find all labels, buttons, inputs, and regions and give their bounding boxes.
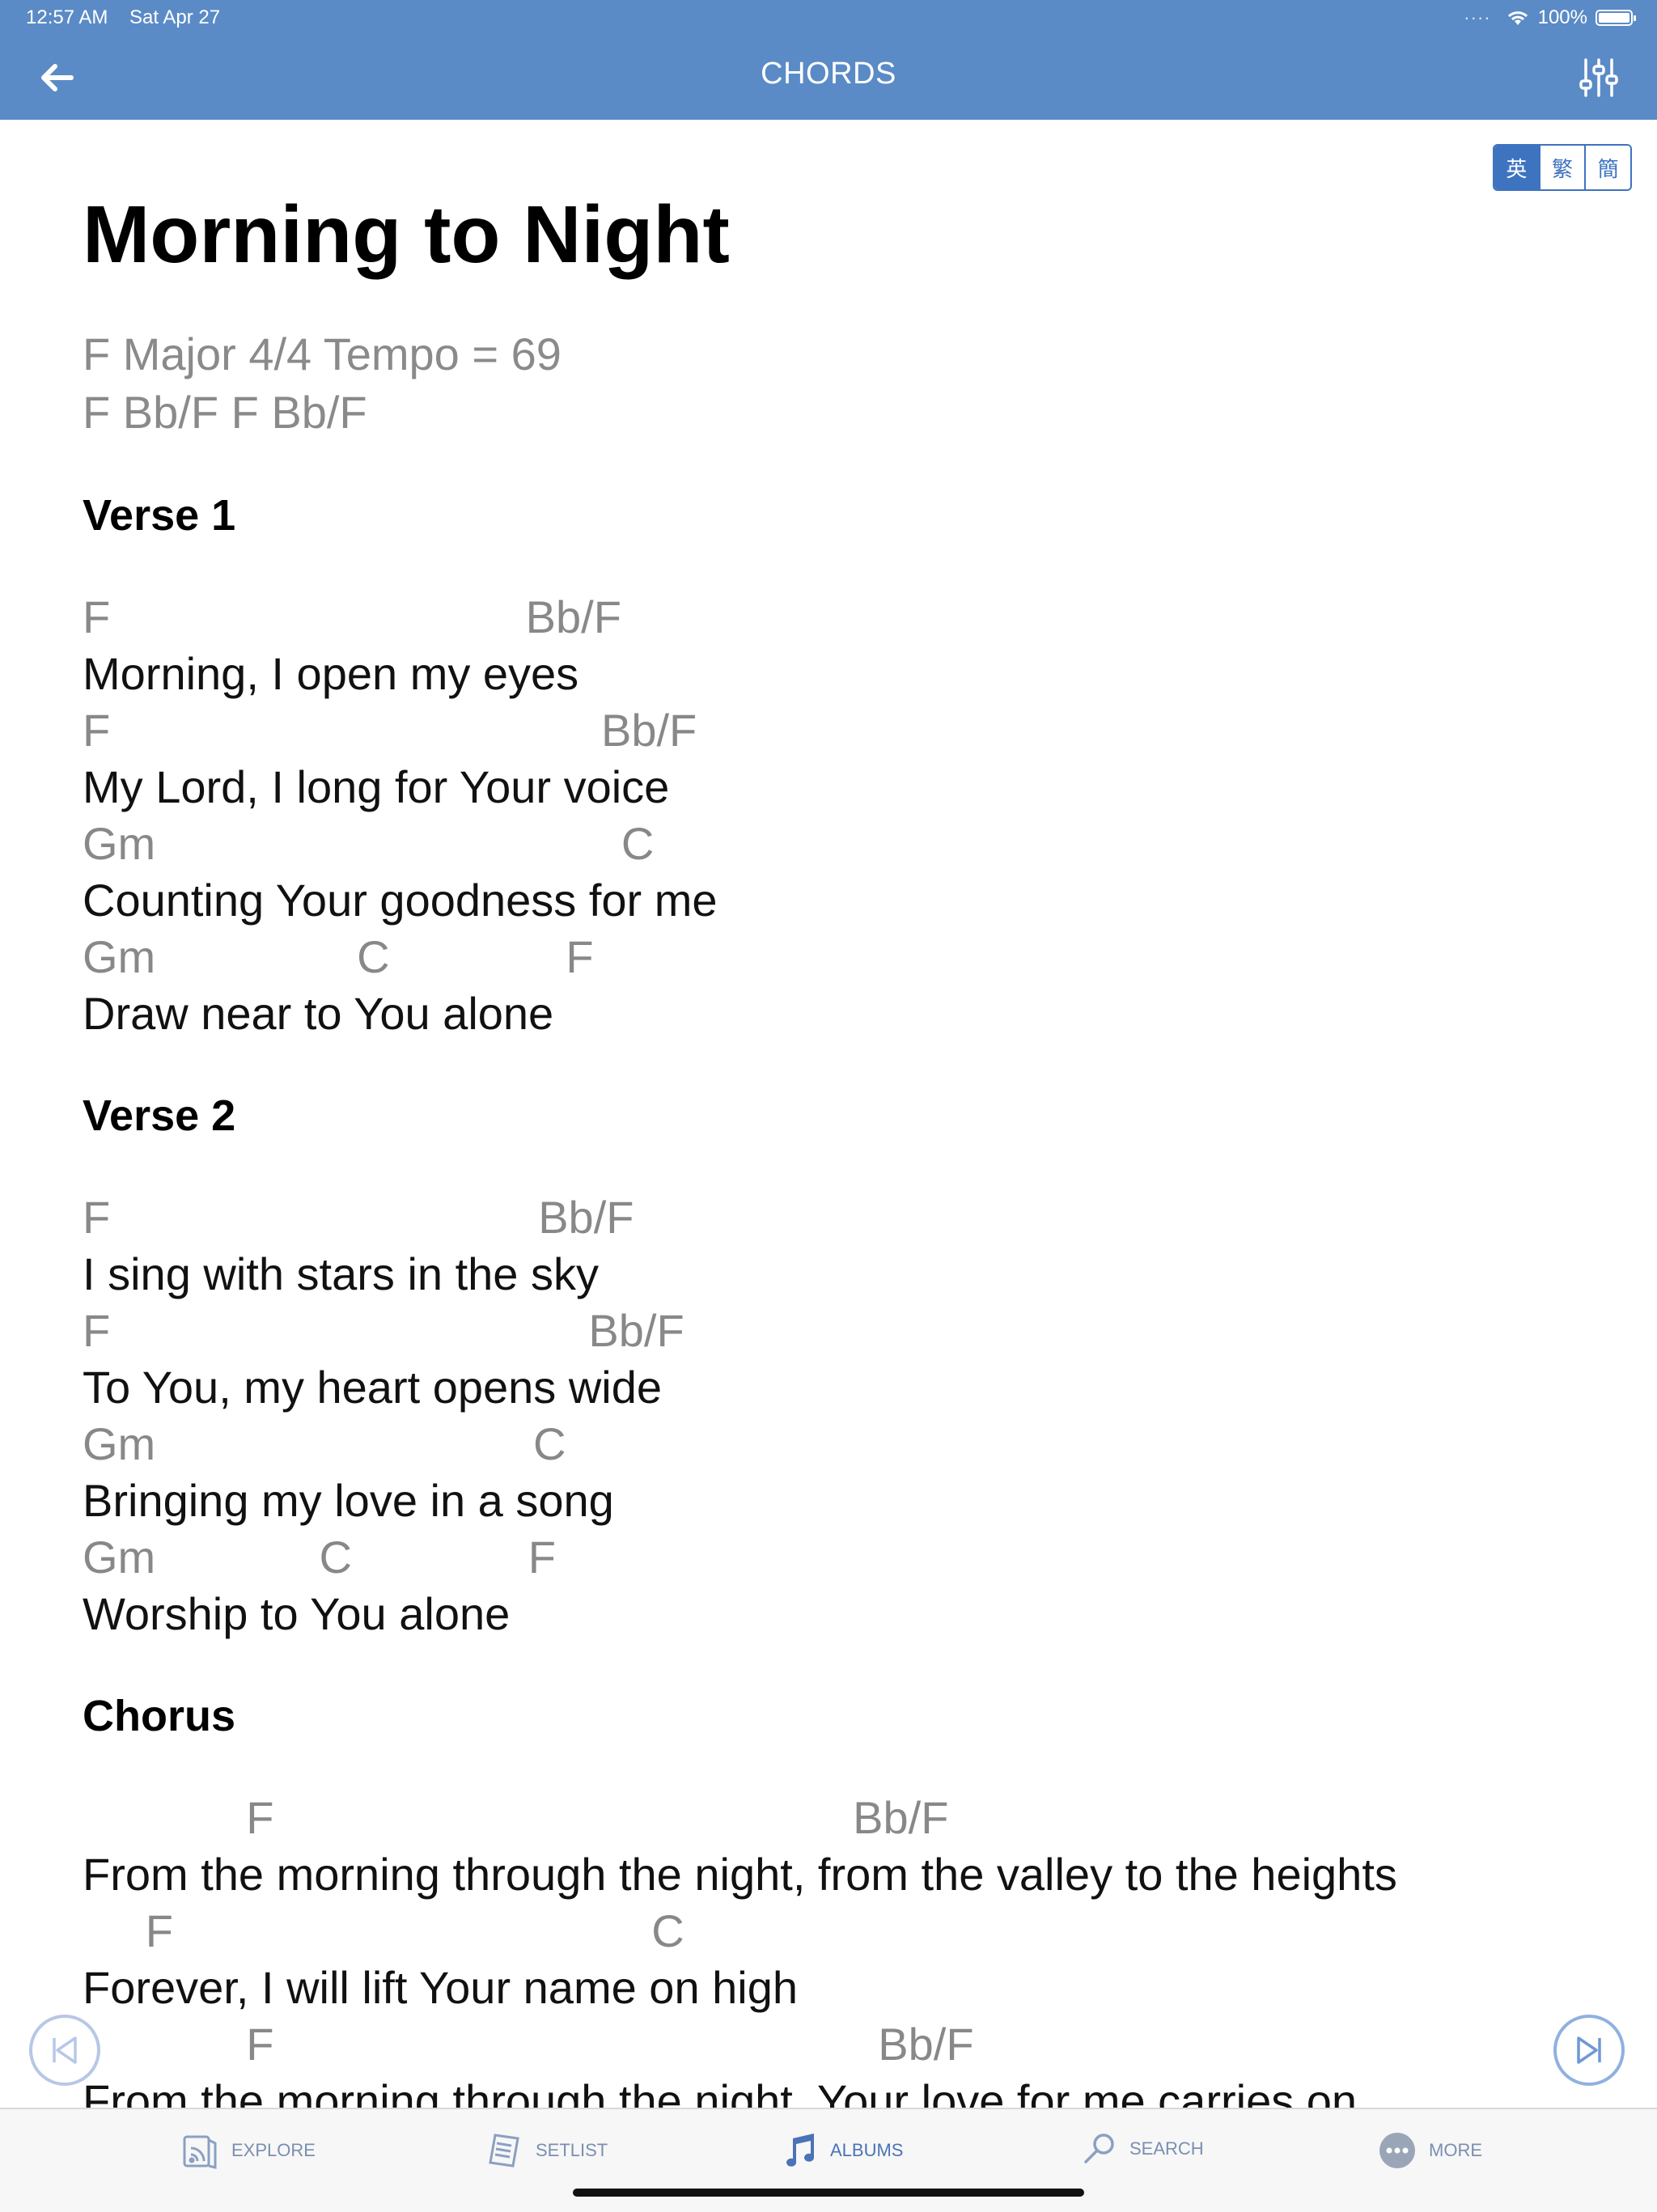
section-title: Chorus: [83, 1692, 235, 1740]
language-option-simplified[interactable]: 簡: [1584, 146, 1630, 189]
tab-label: ALBUMS: [830, 2140, 904, 2160]
settings-button[interactable]: [1576, 55, 1621, 100]
sliders-icon: [1579, 58, 1618, 97]
lyric-line: Bringing my love in a song: [83, 1475, 614, 1526]
lyric-line: To You, my heart opens wide: [83, 1362, 663, 1413]
intro-chords-line: F Bb/F F Bb/F: [83, 387, 367, 438]
lyric-line: My Lord, I long for Your voice: [83, 761, 670, 812]
battery-icon: [1596, 10, 1636, 26]
section-lines: F Bb/F From the morning through the nigh…: [83, 1790, 1604, 2108]
chord-line: F Bb/F: [83, 1305, 684, 1356]
chord-line: F C: [83, 1905, 684, 1956]
more-dots-icon: [1379, 2133, 1415, 2168]
skip-forward-icon: [1577, 2036, 1601, 2064]
chord-line: Gm C F: [83, 1532, 556, 1583]
search-icon: [1084, 2134, 1114, 2163]
tab-albums[interactable]: ALBUMS: [778, 2130, 903, 2171]
tab-search[interactable]: SEARCH: [1081, 2130, 1204, 2168]
home-indicator[interactable]: [573, 2189, 1084, 2197]
lyric-line: Worship to You alone: [83, 1588, 511, 1639]
rss-book-icon: [183, 2135, 217, 2169]
tab-setlist[interactable]: SETLIST: [484, 2130, 608, 2171]
tab-more[interactable]: MORE: [1377, 2130, 1482, 2171]
music-note-icon: [786, 2134, 814, 2167]
chord-line: F Bb/F: [83, 2019, 974, 2070]
tab-label: EXPLORE: [231, 2140, 316, 2160]
section-lines: F Bb/F Morning, I open my eyes F Bb/F My…: [83, 589, 1604, 1042]
status-time: 12:57 AM: [26, 6, 108, 28]
page-title: CHORDS: [761, 57, 896, 91]
chord-line: F Bb/F: [83, 591, 621, 642]
chord-line: Gm C: [83, 1418, 566, 1469]
chord-line: F Bb/F: [83, 705, 697, 756]
language-option-traditional[interactable]: 繁: [1538, 146, 1585, 189]
chord-line: F Bb/F: [83, 1192, 634, 1243]
battery-percent: 100%: [1537, 6, 1587, 28]
wifi-icon: [1507, 11, 1528, 25]
chord-line: Gm C F: [83, 931, 594, 982]
chord-line: Gm C: [83, 818, 655, 869]
skip-back-icon: [53, 2036, 77, 2064]
lyric-line: Draw near to You alone: [83, 988, 554, 1039]
section-lines: F Bb/F I sing with stars in the sky F Bb…: [83, 1189, 1604, 1642]
status-indicators: ···· 100%: [1464, 6, 1636, 29]
section-title: Verse 2: [83, 1091, 236, 1140]
language-toggle: 英 繁 簡: [1493, 144, 1632, 191]
song-meta: F Major 4/4 Tempo = 69 F Bb/F F Bb/F: [83, 325, 1604, 442]
chord-line: F Bb/F: [83, 1792, 949, 1843]
setlist-icon: [489, 2134, 519, 2168]
lyric-line: Forever, I will lift Your name on high: [83, 1962, 799, 2013]
next-song-button[interactable]: [1553, 2015, 1625, 2086]
language-option-english[interactable]: 英: [1494, 146, 1539, 189]
status-date: Sat Apr 27: [129, 6, 221, 28]
lyric-line: From the morning through the night, from…: [83, 1849, 1397, 1900]
tab-label: SETLIST: [536, 2140, 608, 2160]
cellular-dots-icon: ····: [1464, 7, 1491, 28]
tab-explore[interactable]: EXPLORE: [180, 2130, 316, 2171]
section-title: Verse 1: [83, 491, 236, 540]
chord-sheet[interactable]: Morning to Night F Major 4/4 Tempo = 69 …: [83, 186, 1604, 2108]
lyric-line: From the morning through the night, Your…: [83, 2075, 1358, 2108]
key-tempo-line: F Major 4/4 Tempo = 69: [83, 328, 562, 379]
lyric-line: I sing with stars in the sky: [83, 1248, 600, 1299]
previous-song-button[interactable]: [29, 2015, 100, 2086]
song-title: Morning to Night: [83, 189, 730, 280]
lyric-line: Counting Your goodness for me: [83, 875, 718, 926]
tab-label: MORE: [1429, 2140, 1482, 2160]
navigation-bar: 12:57 AM Sat Apr 27 ···· 100% CHORDS: [0, 0, 1657, 120]
tab-label: SEARCH: [1129, 2138, 1204, 2159]
lyric-line: Morning, I open my eyes: [83, 648, 579, 699]
